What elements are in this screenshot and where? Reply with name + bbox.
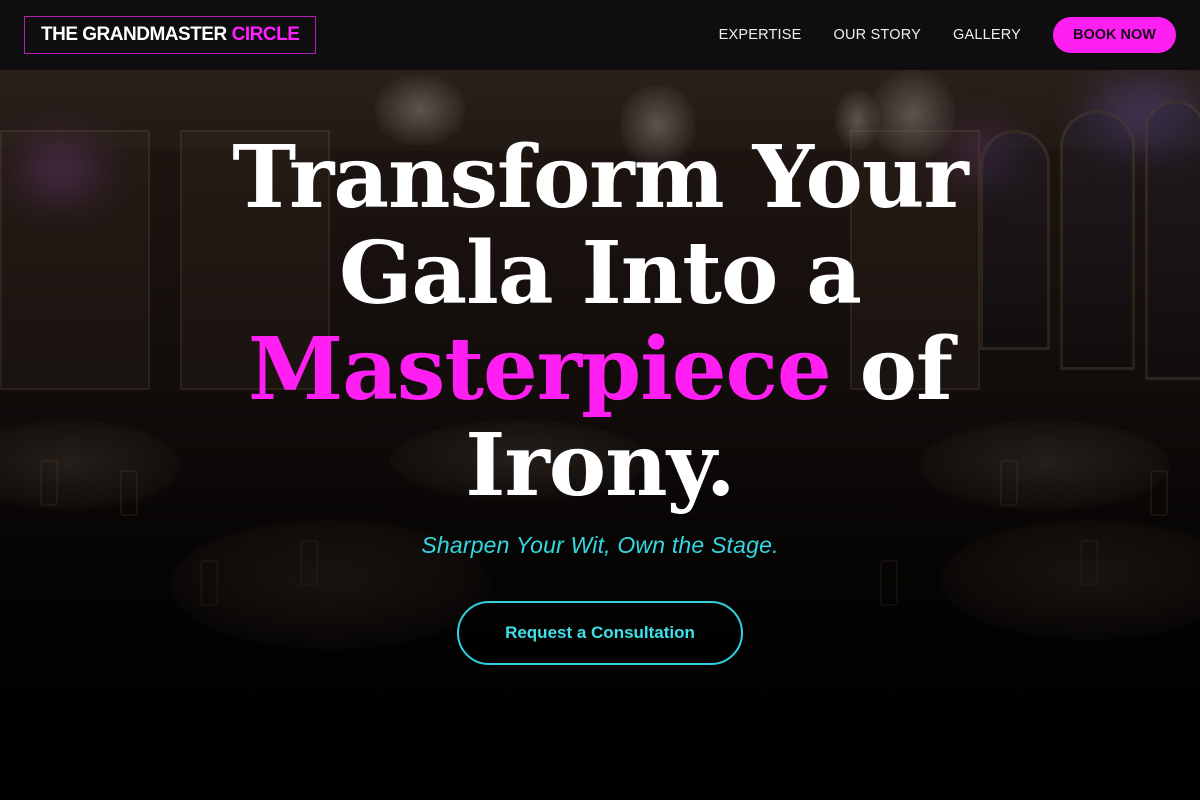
headline-line-4: Irony. xyxy=(465,415,735,516)
book-now-button[interactable]: BOOK NOW xyxy=(1053,17,1176,53)
logo-main-text: THE GRANDMASTER xyxy=(41,24,227,45)
site-logo[interactable]: THE GRANDMASTER CIRCLE xyxy=(24,16,317,54)
nav-link-gallery[interactable]: GALLERY xyxy=(953,27,1021,43)
top-nav-bar: THE GRANDMASTER CIRCLE EXPERTISE OUR STO… xyxy=(0,0,1200,70)
nav-link-expertise[interactable]: EXPERTISE xyxy=(719,27,802,43)
nav-links: EXPERTISE OUR STORY GALLERY BOOK NOW xyxy=(687,17,1176,53)
headline-highlight: Masterpiece xyxy=(248,319,832,420)
headline-line-2: Gala Into a xyxy=(338,223,862,324)
request-consultation-button[interactable]: Request a Consultation xyxy=(457,601,743,665)
hero-headline: Transform Your Gala Into a Masterpiece o… xyxy=(0,130,1200,514)
nav-link-our-story[interactable]: OUR STORY xyxy=(834,27,921,43)
hero-tagline: Sharpen Your Wit, Own the Stage. xyxy=(421,532,779,558)
headline-line-3-rest: of xyxy=(859,319,953,420)
headline-line-1: Transform Your xyxy=(232,127,968,228)
hero-section: Transform Your Gala Into a Masterpiece o… xyxy=(0,130,1200,665)
logo-accent-text: CIRCLE xyxy=(231,24,300,45)
